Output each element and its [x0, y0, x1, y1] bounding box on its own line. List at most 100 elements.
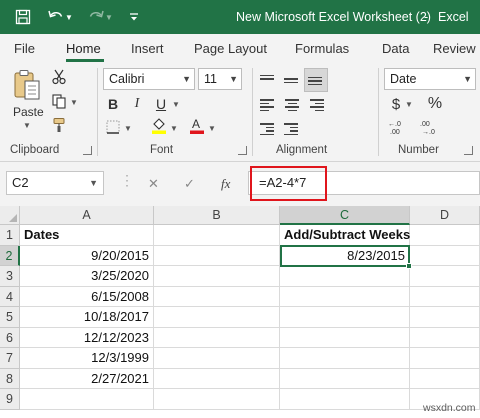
paste-dropdown-icon[interactable]: ▼: [23, 121, 31, 130]
row-header-7[interactable]: 7: [0, 348, 20, 369]
copy-icon[interactable]: [50, 92, 68, 110]
number-format-combo[interactable]: Date ▼: [384, 68, 476, 90]
paste-icon[interactable]: [12, 68, 42, 102]
cell-c6[interactable]: [280, 327, 410, 348]
cell-b8[interactable]: [154, 368, 280, 389]
tab-insert[interactable]: Insert: [131, 41, 164, 56]
cell-b5[interactable]: [154, 307, 280, 328]
row-header-5[interactable]: 5: [0, 307, 20, 328]
bold-button[interactable]: B: [104, 94, 122, 114]
cell-c4[interactable]: [280, 286, 410, 307]
name-box[interactable]: C2 ▼: [6, 171, 104, 195]
fill-color-dropdown-icon[interactable]: ▼: [170, 124, 178, 133]
select-all-button[interactable]: [0, 206, 20, 225]
align-right-icon[interactable]: [308, 96, 324, 114]
align-center-icon[interactable]: [284, 96, 300, 114]
underline-button[interactable]: U: [152, 94, 170, 114]
font-name-combo[interactable]: Calibri ▼: [103, 68, 195, 90]
currency-dropdown-icon[interactable]: ▼: [405, 100, 413, 109]
cell-d6[interactable]: [410, 327, 480, 348]
cell-a5[interactable]: 10/18/2017: [20, 307, 154, 328]
font-color-dropdown-icon[interactable]: ▼: [208, 124, 216, 133]
borders-dropdown-icon[interactable]: ▼: [124, 124, 132, 133]
column-header-d[interactable]: D: [410, 206, 480, 225]
number-launcher-icon[interactable]: [464, 146, 473, 155]
decrease-decimal-icon[interactable]: .00 →.0: [420, 118, 442, 136]
fill-handle[interactable]: [406, 263, 412, 269]
cut-icon[interactable]: [50, 68, 68, 86]
insert-function-icon[interactable]: fx: [221, 176, 230, 192]
row-header-1[interactable]: 1: [0, 225, 20, 246]
cell-d1[interactable]: [410, 225, 480, 246]
decrease-indent-icon[interactable]: [260, 120, 276, 138]
row-header-4[interactable]: 4: [0, 286, 20, 307]
cell-a6[interactable]: 12/12/2023: [20, 327, 154, 348]
cell-c3[interactable]: [280, 266, 410, 287]
cancel-icon[interactable]: ✕: [148, 176, 159, 192]
cell-c2[interactable]: 8/23/2015: [280, 245, 410, 266]
cell-a3[interactable]: 3/25/2020: [20, 266, 154, 287]
fill-color-icon[interactable]: [150, 116, 168, 134]
currency-button[interactable]: $: [388, 94, 404, 114]
cell-a9[interactable]: [20, 389, 154, 410]
cell-d2[interactable]: [410, 245, 480, 266]
cell-b4[interactable]: [154, 286, 280, 307]
tab-home[interactable]: Home: [66, 41, 101, 56]
cell-b2[interactable]: [154, 245, 280, 266]
cell-d4[interactable]: [410, 286, 480, 307]
cell-c7[interactable]: [280, 348, 410, 369]
format-painter-icon[interactable]: [50, 116, 68, 134]
cell-d8[interactable]: [410, 368, 480, 389]
copy-dropdown-icon[interactable]: ▼: [70, 98, 78, 107]
percent-button[interactable]: %: [426, 94, 444, 114]
column-header-b[interactable]: B: [154, 206, 280, 225]
row-header-3[interactable]: 3: [0, 266, 20, 287]
cell-d7[interactable]: [410, 348, 480, 369]
align-left-icon[interactable]: [260, 96, 276, 114]
cell-b7[interactable]: [154, 348, 280, 369]
cell-b3[interactable]: [154, 266, 280, 287]
cell-a7[interactable]: 12/3/1999: [20, 348, 154, 369]
cell-c9[interactable]: [280, 389, 410, 410]
redo-dropdown-icon[interactable]: ▼: [104, 7, 114, 27]
cell-a8[interactable]: 2/27/2021: [20, 368, 154, 389]
tab-file[interactable]: File: [14, 41, 35, 56]
font-size-combo[interactable]: 11 ▼: [198, 68, 242, 90]
middle-align-icon[interactable]: [284, 70, 300, 88]
underline-dropdown-icon[interactable]: ▼: [172, 100, 180, 109]
tab-page-layout[interactable]: Page Layout: [194, 41, 267, 56]
cell-d5[interactable]: [410, 307, 480, 328]
font-launcher-icon[interactable]: [238, 146, 247, 155]
undo-dropdown-icon[interactable]: ▼: [64, 7, 74, 27]
cell-c8[interactable]: [280, 368, 410, 389]
tab-review[interactable]: Review: [433, 41, 476, 56]
clipboard-launcher-icon[interactable]: [83, 146, 92, 155]
row-header-2[interactable]: 2: [0, 245, 20, 266]
column-header-c[interactable]: C: [280, 206, 410, 225]
cell-a4[interactable]: 6/15/2008: [20, 286, 154, 307]
undo-icon[interactable]: [46, 7, 66, 27]
top-align-icon[interactable]: [260, 70, 276, 88]
cell-b1[interactable]: [154, 225, 280, 246]
borders-icon[interactable]: [104, 118, 122, 136]
row-header-9[interactable]: 9: [0, 389, 20, 410]
increase-indent-icon[interactable]: [284, 120, 300, 138]
tab-data[interactable]: Data: [382, 41, 409, 56]
cell-d3[interactable]: [410, 266, 480, 287]
enter-icon[interactable]: ✓: [184, 176, 195, 192]
save-icon[interactable]: [13, 7, 33, 27]
cell-c1[interactable]: Add/Subtract Weeks: [280, 225, 410, 246]
font-color-icon[interactable]: A: [188, 116, 206, 134]
row-header-6[interactable]: 6: [0, 327, 20, 348]
tab-formulas[interactable]: Formulas: [295, 41, 349, 56]
column-header-a[interactable]: A: [20, 206, 154, 225]
redo-icon[interactable]: [86, 7, 106, 27]
cell-b6[interactable]: [154, 327, 280, 348]
paste-label[interactable]: Paste: [13, 105, 44, 119]
italic-button[interactable]: I: [128, 94, 146, 114]
customize-icon[interactable]: [124, 7, 144, 27]
cell-c5[interactable]: [280, 307, 410, 328]
cell-b9[interactable]: [154, 389, 280, 410]
increase-decimal-icon[interactable]: ←.0.00: [388, 118, 410, 136]
row-header-8[interactable]: 8: [0, 368, 20, 389]
